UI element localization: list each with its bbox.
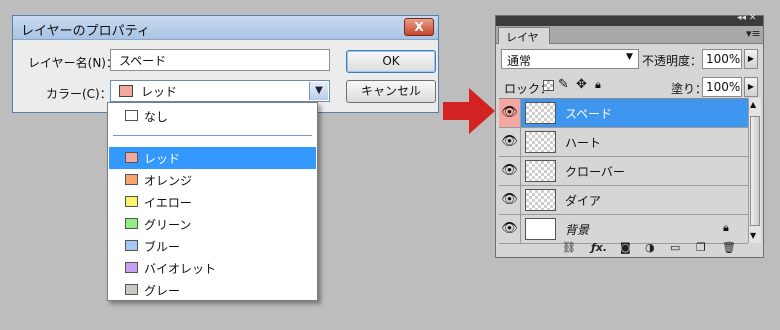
panel-menu-icon[interactable]: ▾≡ — [746, 27, 761, 40]
right-arrow-icon — [443, 88, 495, 134]
color-option-label: オレンジ — [144, 174, 193, 188]
lock-icon[interactable]: 🔒︎ — [595, 78, 601, 92]
layer-name: ハート — [565, 136, 602, 150]
layer-row-background[interactable]: 👁︎ 背景 🔒︎ — [499, 215, 748, 244]
dropdown-divider — [113, 135, 312, 136]
brush-icon[interactable]: ✎ — [558, 77, 569, 92]
color-option-label: グリーン — [144, 218, 192, 232]
color-select-value: レッド — [141, 85, 178, 99]
link-layers-icon[interactable]: ⛓︎ — [562, 241, 576, 254]
fx-icon[interactable]: ƒx. — [591, 241, 607, 254]
color-option-violet[interactable]: バイオレット — [109, 257, 316, 279]
color-swatch — [119, 85, 133, 97]
opacity-slider-button[interactable]: ▶ — [744, 49, 758, 69]
panel-topbar[interactable]: ◂◂ ✕ — [496, 13, 763, 26]
color-option-label: なし — [144, 110, 169, 124]
collapse-icon[interactable]: ◂◂ ✕ — [737, 13, 756, 23]
color-option-yellow[interactable]: イエロー — [109, 191, 316, 213]
color-dropdown-list: なし レッド オレンジ イエロー グリーン ブルー バイオレット グレー — [107, 102, 318, 301]
ok-button[interactable]: OK — [346, 50, 436, 73]
layer-mask-icon[interactable]: ◙ — [620, 241, 631, 254]
folder-icon[interactable]: ▭ — [670, 241, 680, 254]
color-label: カラー(C)： — [46, 87, 112, 101]
lock-icon: 🔒︎ — [723, 221, 729, 234]
color-swatch — [125, 218, 138, 229]
color-swatch — [125, 152, 138, 163]
color-swatch — [125, 240, 138, 251]
color-option-label: グレー — [144, 284, 181, 298]
layer-thumbnail — [525, 102, 556, 124]
layer-thumbnail — [525, 189, 556, 211]
layer-row-clover[interactable]: 👁︎ クローバー — [499, 157, 748, 186]
dialog-titlebar[interactable]: レイヤーのプロパティ X — [13, 16, 438, 40]
layer-name: 背景 — [565, 223, 590, 237]
eye-icon[interactable]: 👁︎ — [499, 157, 521, 185]
color-option-label: バイオレット — [144, 262, 217, 276]
layer-name: ダイア — [565, 194, 602, 208]
layer-name: スペード — [565, 107, 613, 121]
layer-name: クローバー — [565, 165, 625, 179]
blend-mode-select[interactable]: 通常 ▼ — [501, 49, 639, 69]
fill-slider-button[interactable]: ▶ — [744, 77, 758, 97]
color-option-label: イエロー — [144, 196, 192, 210]
layer-thumbnail — [525, 160, 556, 182]
layer-name-input[interactable]: スペード — [110, 49, 330, 71]
adjustment-layer-icon[interactable]: ◑ — [645, 241, 655, 254]
move-icon[interactable]: ✥ — [576, 77, 587, 92]
close-button[interactable]: X — [404, 18, 434, 36]
color-option-red[interactable]: レッド — [109, 147, 316, 169]
cancel-button[interactable]: キャンセル — [346, 80, 436, 103]
opacity-input[interactable]: 100% — [702, 49, 742, 69]
layer-name-label: レイヤー名(N)： — [28, 56, 118, 70]
tab-layers[interactable]: レイヤー — [498, 27, 550, 60]
scroll-thumb[interactable] — [750, 116, 760, 226]
layer-row-heart[interactable]: 👁︎ ハート — [499, 128, 748, 157]
panel-footer: ⛓︎ ƒx. ◙ ◑ ▭ ❐ 🗑︎ — [496, 241, 763, 257]
layer-list-scrollbar[interactable]: ▲ ▼ — [748, 98, 761, 243]
fill-input[interactable]: 100% — [702, 77, 742, 97]
color-swatch — [125, 110, 138, 121]
scroll-down-icon[interactable]: ▼ — [750, 231, 756, 240]
scroll-up-icon[interactable]: ▲ — [750, 100, 756, 109]
eye-icon[interactable]: 👁︎ — [499, 186, 521, 214]
eye-icon[interactable]: 👁︎ — [499, 215, 521, 243]
blend-mode-value: 通常 — [507, 54, 532, 68]
opacity-label: 不透明度： — [642, 54, 703, 68]
panel-tabbar: レイヤー ▾≡ — [496, 26, 763, 60]
layer-row-diamond[interactable]: 👁︎ ダイア — [499, 186, 748, 215]
layer-thumbnail — [525, 131, 556, 153]
layer-list: 👁︎ スペード 👁︎ ハート 👁︎ クローバー 👁︎ ダイア 👁︎ 背景 🔒︎ — [499, 98, 748, 244]
new-layer-icon[interactable]: ❐ — [696, 241, 706, 254]
chevron-down-icon: ▼ — [626, 52, 633, 62]
color-option-none[interactable]: なし — [109, 105, 316, 127]
chevron-down-icon[interactable]: ▼ — [309, 82, 328, 100]
color-swatch — [125, 174, 138, 185]
color-option-green[interactable]: グリーン — [109, 213, 316, 235]
color-option-orange[interactable]: オレンジ — [109, 169, 316, 191]
trash-icon[interactable]: 🗑︎ — [722, 241, 736, 254]
color-option-gray[interactable]: グレー — [109, 279, 316, 301]
dialog-title: レイヤーのプロパティ — [21, 24, 150, 39]
color-option-label: ブルー — [144, 240, 181, 254]
color-option-label: レッド — [144, 152, 181, 166]
color-select[interactable]: レッド ▼ — [110, 80, 330, 102]
color-swatch — [125, 262, 138, 273]
layer-properties-dialog: レイヤーのプロパティ X レイヤー名(N)： スペード カラー(C)： レッド … — [12, 15, 439, 113]
eye-icon[interactable]: 👁︎ — [499, 99, 521, 127]
layer-row-spade[interactable]: 👁︎ スペード — [499, 99, 748, 128]
color-swatch — [125, 196, 138, 207]
lock-transparency-icon[interactable] — [543, 80, 554, 91]
layers-panel: ◂◂ ✕ レイヤー ▾≡ 通常 ▼ 不透明度： 100% ▶ ロック： ✎ ✥ … — [495, 13, 764, 258]
layer-thumbnail — [525, 218, 556, 240]
color-swatch — [125, 284, 138, 295]
eye-icon[interactable]: 👁︎ — [499, 128, 521, 156]
color-option-blue[interactable]: ブルー — [109, 235, 316, 257]
